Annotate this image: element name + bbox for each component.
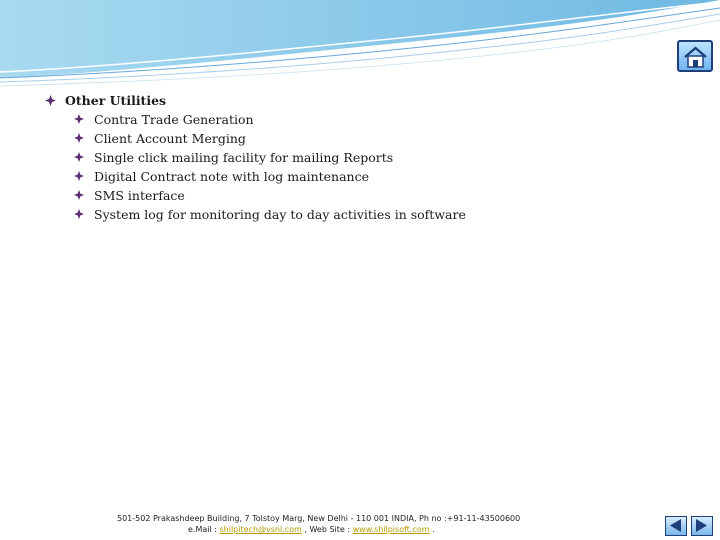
list-item-text: Digital Contract note with log maintenan… bbox=[94, 169, 369, 184]
list-item-text: SMS interface bbox=[94, 188, 185, 203]
footer-address: 501-502 Prakashdeep Building, 7 Tolstoy … bbox=[117, 514, 521, 523]
diamond-bullet-icon bbox=[74, 152, 84, 162]
diamond-bullet-icon bbox=[45, 95, 56, 106]
prev-button[interactable] bbox=[665, 516, 687, 536]
diamond-bullet-icon bbox=[74, 190, 84, 200]
header-wave-decoration bbox=[0, 0, 720, 87]
home-button[interactable] bbox=[677, 40, 713, 72]
next-button[interactable] bbox=[691, 516, 713, 536]
web-label: , Web Site : bbox=[301, 525, 353, 534]
next-arrow-icon bbox=[696, 519, 707, 532]
list-item-text: Contra Trade Generation bbox=[94, 112, 254, 127]
prev-arrow-icon bbox=[670, 519, 681, 532]
home-icon bbox=[684, 46, 707, 68]
diamond-bullet-icon bbox=[74, 133, 84, 143]
email-link[interactable]: shilpitech@vsnl.com bbox=[220, 525, 302, 534]
list-item-text: Single click mailing facility for mailin… bbox=[94, 150, 394, 165]
email-label: e.Mail : bbox=[188, 525, 220, 534]
diamond-bullet-icon bbox=[74, 171, 84, 181]
footer-end: . bbox=[429, 525, 435, 534]
diamond-bullet-icon bbox=[74, 114, 84, 124]
list-item-text: Client Account Merging bbox=[94, 131, 246, 146]
website-link[interactable]: www.shilpisoft.com bbox=[353, 525, 430, 534]
list-item-text: System log for monitoring day to day act… bbox=[94, 207, 466, 222]
footer-contact: e.Mail : shilpitech@vsnl.com , Web Site … bbox=[188, 524, 435, 535]
section-title: Other Utilities bbox=[65, 93, 167, 108]
diamond-bullet-icon bbox=[74, 209, 84, 219]
